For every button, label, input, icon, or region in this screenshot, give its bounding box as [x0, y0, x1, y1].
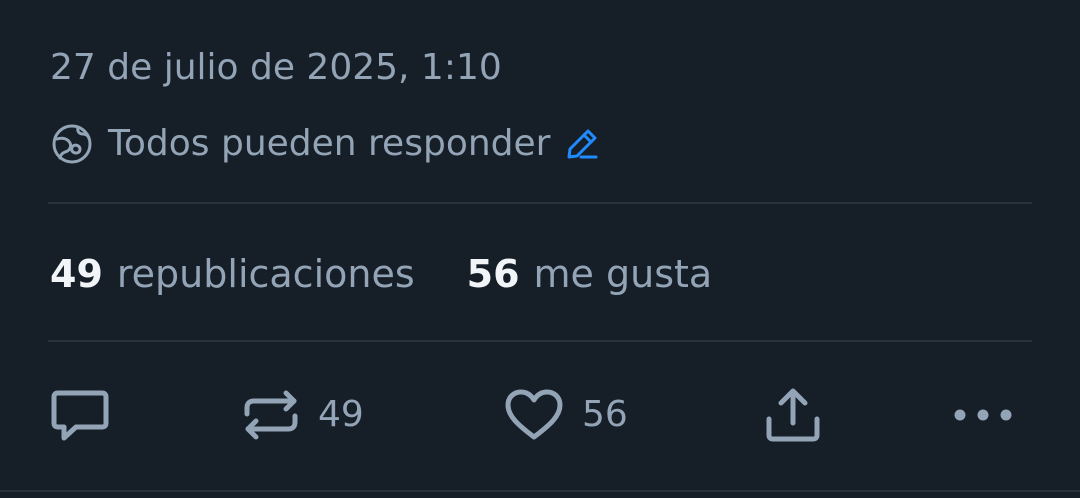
repost-count: 49 [50, 252, 103, 296]
reply-setting[interactable]: Todos pueden responder [50, 120, 602, 168]
divider [48, 340, 1032, 342]
divider [48, 202, 1032, 204]
pencil-icon[interactable] [562, 124, 602, 164]
share-button[interactable] [764, 380, 822, 450]
repost-action-count: 49 [318, 394, 364, 435]
globe-icon [50, 122, 94, 166]
action-bar: 49 56 [0, 380, 1080, 450]
like-stat[interactable]: 56 me gusta [467, 248, 713, 300]
post-stats: 49 republicaciones 56 me gusta [50, 248, 712, 300]
repost-arrows-icon [242, 388, 300, 442]
speech-bubble-icon [50, 387, 110, 443]
reply-button[interactable] [50, 380, 110, 450]
repost-button[interactable]: 49 [242, 380, 364, 450]
repost-label: republicaciones [116, 252, 415, 296]
ellipsis-icon [952, 407, 1014, 423]
divider [0, 490, 1080, 492]
share-upload-icon [764, 387, 822, 443]
post-timestamp: 27 de julio de 2025, 1:10 [50, 47, 502, 88]
like-count: 56 [466, 252, 520, 296]
like-label: me gusta [533, 252, 713, 296]
repost-stat[interactable]: 49 republicaciones [50, 248, 415, 300]
more-options-button[interactable] [952, 380, 1014, 450]
like-action-count: 56 [582, 394, 628, 435]
reply-setting-label: Todos pueden responder [108, 123, 551, 164]
heart-icon [504, 388, 564, 442]
like-button[interactable]: 56 [504, 380, 628, 450]
